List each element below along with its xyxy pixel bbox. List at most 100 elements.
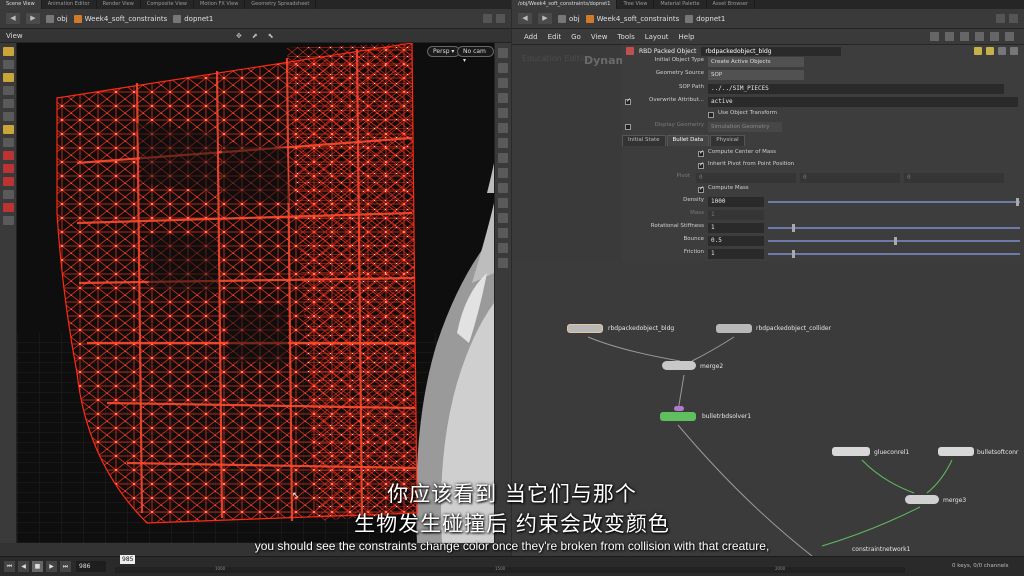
pin-icon[interactable] [996, 14, 1005, 23]
overwrite-attribute-field[interactable]: active [708, 97, 1018, 107]
forward-arrow-icon[interactable]: ▶ [538, 13, 552, 24]
camera-menu[interactable]: No cam ▾ [457, 46, 494, 64]
uv-icon[interactable] [498, 183, 508, 193]
stereo-icon[interactable] [498, 243, 508, 253]
node-name-field[interactable]: rbdpackedobject_bldg [701, 46, 842, 56]
bounce-field[interactable]: 0.5 [708, 236, 764, 246]
info-icon[interactable] [998, 47, 1006, 55]
node-rbdpackedobject-collider[interactable] [716, 324, 752, 333]
play-icon[interactable]: ▶ [46, 561, 57, 572]
density-slider-knob[interactable] [1016, 198, 1019, 206]
timeline-ruler[interactable]: 1000 1500 2000 [115, 566, 905, 573]
magnet-tool-icon[interactable] [3, 151, 14, 160]
breadcrumb-week4[interactable]: Week4_soft_constraints [73, 14, 167, 23]
mass-field[interactable]: 1 [708, 210, 764, 220]
friction-slider[interactable] [768, 250, 1020, 258]
pivot-z-field[interactable]: 0 [904, 173, 1004, 183]
link-icon[interactable] [1009, 14, 1018, 23]
tab-physical[interactable]: Physical [710, 135, 745, 146]
tab-bullet-data[interactable]: Bullet Data [666, 135, 710, 146]
menu-view[interactable]: View [591, 33, 608, 41]
persp-menu[interactable]: Persp ▾ [427, 46, 461, 57]
shape-palette-icon[interactable] [990, 32, 999, 41]
shaded-icon[interactable] [498, 93, 508, 103]
home-view-icon[interactable] [498, 48, 508, 58]
tab-render-view[interactable]: Render View [97, 0, 141, 9]
link-icon[interactable] [496, 14, 505, 23]
color-palette-icon[interactable] [975, 32, 984, 41]
friction-slider-knob[interactable] [792, 250, 795, 258]
scale-tool-icon[interactable] [3, 86, 14, 95]
rotational-stiffness-knob[interactable] [792, 224, 795, 232]
node-bulletsoftconrel[interactable] [938, 447, 974, 456]
tab-asset-browser[interactable]: Asset Browser [707, 0, 756, 9]
camera-move-icon[interactable]: ✥ [236, 32, 242, 40]
pin-view-icon[interactable]: ⬈ [252, 32, 258, 40]
tab-scene-view[interactable]: Scene View [0, 0, 42, 9]
lock-icon[interactable] [1010, 47, 1018, 55]
visualizer-icon[interactable] [498, 228, 508, 238]
handle-tool-icon[interactable] [3, 112, 14, 121]
tab-material-palette[interactable]: Material Palette [654, 0, 707, 9]
node-glueconrel1[interactable] [832, 447, 870, 456]
forward-arrow-icon[interactable]: ▶ [26, 13, 40, 24]
menu-tools[interactable]: Tools [617, 33, 634, 41]
breadcrumb-obj[interactable]: obj [46, 14, 68, 23]
sop-path-field[interactable]: ../../SIM_PIECES [708, 84, 1004, 94]
frame-selected-icon[interactable] [498, 63, 508, 73]
layout-icon[interactable] [945, 32, 954, 41]
curve-snap-icon[interactable] [3, 177, 14, 186]
density-field[interactable]: 1000 [708, 197, 764, 207]
node-rbdpackedobject-bldg[interactable] [567, 324, 603, 333]
use-object-transform-checkbox[interactable] [708, 112, 714, 118]
3d-viewport[interactable]: ↖ Persp ▾ No cam ▾ [17, 43, 494, 543]
back-arrow-icon[interactable]: ◀ [518, 13, 532, 24]
breadcrumb-dopnet[interactable]: dopnet1 [173, 14, 213, 23]
transform-tool-icon[interactable] [3, 60, 14, 69]
points-icon[interactable] [498, 153, 508, 163]
pivot-x-field[interactable]: 0 [696, 173, 796, 183]
geometry-source-menu[interactable]: SOP [708, 70, 804, 80]
network-options-icon[interactable] [1005, 32, 1014, 41]
tab-geometry-spreadsheet[interactable]: Geometry Spreadsheet [245, 0, 317, 9]
point-snap-icon[interactable] [3, 190, 14, 199]
wireframe-icon[interactable] [498, 78, 508, 88]
display-options-icon[interactable] [3, 216, 14, 225]
display-geometry-menu[interactable]: Simulation Geometry [708, 122, 782, 132]
menu-help[interactable]: Help [679, 33, 695, 41]
bounce-slider[interactable] [768, 237, 1020, 245]
snap-tool-icon[interactable] [3, 138, 14, 147]
node-bulletrbdsolver1[interactable] [660, 412, 696, 421]
safe-area-icon[interactable] [498, 213, 508, 223]
menu-edit[interactable]: Edit [548, 33, 562, 41]
current-frame-marker[interactable]: 985 [120, 555, 136, 564]
background-icon[interactable] [498, 123, 508, 133]
step-back-icon[interactable]: ◀ [18, 561, 29, 572]
friction-field[interactable]: 1 [708, 249, 764, 259]
render-region-icon[interactable] [498, 258, 508, 268]
breadcrumb-week4[interactable]: Week4_soft_constraints [585, 14, 679, 23]
normals-icon[interactable] [498, 168, 508, 178]
pin-icon[interactable] [483, 14, 492, 23]
tab-animation-editor[interactable]: Animation Editor [42, 0, 97, 9]
tab-motion-fx-view[interactable]: Motion FX View [194, 0, 246, 9]
ghost-icon[interactable] [498, 138, 508, 148]
multi-snap-icon[interactable] [3, 203, 14, 212]
grid-icon[interactable] [498, 198, 508, 208]
tab-tree-view[interactable]: Tree View [617, 0, 655, 9]
gear-icon[interactable] [974, 47, 982, 55]
jump-start-icon[interactable]: ⏮ [4, 561, 15, 572]
breadcrumb-dopnet[interactable]: dopnet1 [685, 14, 725, 23]
tab-composite-view[interactable]: Composite View [141, 0, 194, 9]
tab-network-path[interactable]: /obj/Week4_soft_constraints/dopnet1 [512, 0, 618, 9]
frame-field[interactable]: 986 [76, 561, 106, 572]
rotational-stiffness-field[interactable]: 1 [708, 223, 764, 233]
bounce-slider-knob[interactable] [894, 237, 897, 245]
initial-object-type-menu[interactable]: Create Active Objects [708, 57, 804, 67]
help-icon[interactable] [986, 47, 994, 55]
menu-add[interactable]: Add [524, 33, 538, 41]
lights-icon[interactable] [498, 108, 508, 118]
compute-com-checkbox[interactable] [698, 149, 704, 157]
menu-go[interactable]: Go [571, 33, 581, 41]
tab-initial-state[interactable]: Initial State [622, 135, 666, 146]
